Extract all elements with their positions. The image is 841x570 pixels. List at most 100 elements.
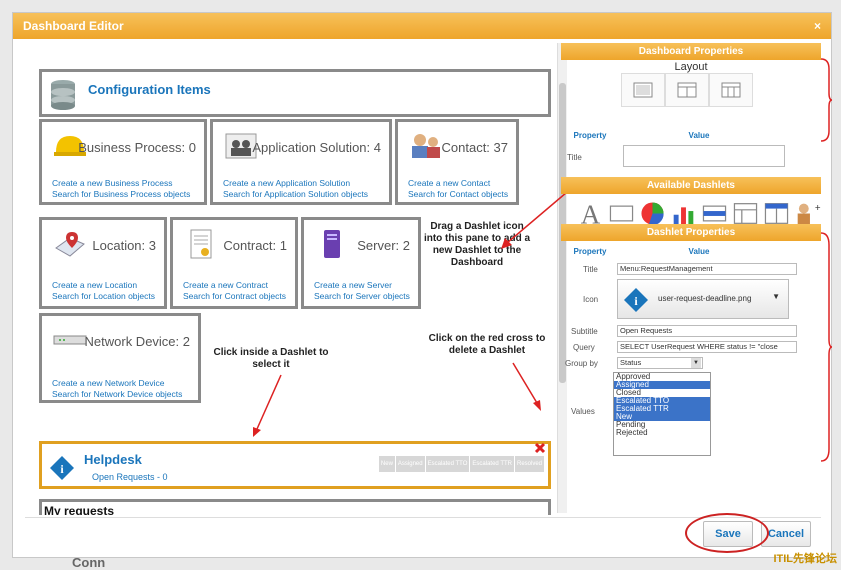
search-link[interactable]: Search for Contract objects [183, 291, 286, 301]
field-title-input[interactable]: Menu:RequestManagement [617, 263, 797, 275]
group-by-value: Status [620, 358, 642, 367]
create-link[interactable]: Create a new Application Solution [223, 178, 350, 188]
helpdesk-title: Helpdesk [84, 452, 142, 467]
card-name: Server: 2 [357, 238, 410, 253]
pie-chart-dashlet-icon[interactable] [639, 200, 666, 227]
search-link[interactable]: Search for Server objects [314, 291, 410, 301]
contact-icon [412, 134, 440, 158]
card-contract[interactable]: Contract: 1 Create a new Contract Search… [170, 217, 298, 309]
dashboard-properties-header: Dashboard Properties [561, 43, 821, 60]
values-option[interactable]: Rejected [614, 429, 710, 437]
dashlet-props-header-row: Property Value [561, 247, 821, 256]
card-name: Business Process: 0 [78, 140, 196, 155]
badge-dashlet-icon[interactable]: + [794, 200, 821, 227]
card-name: Contract: 1 [223, 238, 287, 253]
card-name: Network Device: 2 [84, 334, 190, 349]
group-table-dashlet-icon[interactable] [763, 200, 790, 227]
icon-filename: user-request-deadline.png [658, 294, 752, 303]
create-link[interactable]: Create a new Server [314, 280, 392, 290]
create-link[interactable]: Create a new Contact [408, 178, 490, 188]
dashboard-title-input[interactable] [623, 145, 785, 167]
card-server[interactable]: Server: 2 Create a new Server Search for… [301, 217, 421, 309]
field-subtitle-label: Subtitle [571, 327, 598, 336]
values-multiselect[interactable]: Approved Assigned Closed Escalated TTO Escal… [613, 372, 711, 456]
dialog-title: Dashboard Editor [23, 19, 124, 33]
search-link[interactable]: Search for Location objects [52, 291, 155, 301]
plain-text-dashlet-icon[interactable]: A [577, 200, 604, 227]
layout-label: Layout [674, 61, 708, 73]
create-link[interactable]: Create a new Network Device [52, 378, 164, 388]
status-columns: New Assigned Escalated TTO Escalated TTR… [378, 456, 544, 472]
search-link[interactable]: Search for Contact objects [408, 189, 508, 199]
note-drag-dashlet: Drag a Dashlet icon into this pane to ad… [423, 221, 531, 268]
field-query-label: Query [573, 343, 595, 352]
card-name: Contact: 37 [441, 140, 509, 155]
create-link[interactable]: Create a new Business Process [52, 178, 172, 188]
dashboard-props-header-row: Property Value [561, 131, 821, 140]
empty-cell-dashlet-icon[interactable] [608, 200, 635, 227]
svg-text:A: A [581, 200, 601, 227]
column-assigned: Assigned [395, 456, 425, 472]
layout-two-column-button[interactable] [665, 73, 709, 107]
property-column-header: Property [573, 247, 607, 256]
dialog-titlebar: Dashboard Editor × [13, 13, 831, 39]
column-resolved: Resolved [514, 456, 544, 472]
dashlet-properties-header: Dashlet Properties [561, 224, 821, 241]
field-group-by-select[interactable]: Status ▼ [617, 357, 703, 369]
card-location[interactable]: Location: 3 Create a new Location Search… [39, 217, 167, 309]
save-highlight-ring [685, 513, 769, 553]
field-subtitle-input[interactable]: Open Requests [617, 325, 797, 337]
bar-chart-dashlet-icon[interactable] [670, 200, 697, 227]
configuration-items-header[interactable]: Configuration Items [39, 69, 551, 117]
info-icon: i [50, 456, 74, 480]
dashboard-preview-pane[interactable]: Configuration Items Business Process: 0 … [25, 53, 555, 515]
card-application-solution[interactable]: Application Solution: 4 Create a new App… [210, 119, 392, 205]
my-requests-dashlet[interactable]: My requests [39, 499, 551, 515]
layout-three-column-button[interactable] [709, 73, 753, 107]
layout-buttons [621, 73, 753, 107]
open-requests-link[interactable]: Open Requests - 0 [92, 472, 168, 482]
contract-icon [190, 229, 212, 259]
create-link[interactable]: Create a new Location [52, 280, 137, 290]
card-name: Location: 3 [92, 238, 156, 253]
available-dashlets-header: Available Dashlets [561, 177, 821, 194]
delete-cross-icon[interactable] [534, 442, 546, 454]
card-contact[interactable]: Contact: 37 Create a new Contact Search … [395, 119, 519, 205]
network-device-icon [53, 335, 87, 345]
icon-picker[interactable]: i user-request-deadline.png ▼ [617, 279, 789, 319]
close-icon[interactable]: × [814, 13, 821, 39]
title-label: Title [567, 153, 582, 162]
field-values-label: Values [571, 407, 595, 416]
helpdesk-dashlet[interactable]: i Helpdesk Open Requests - 0 New Assigne… [39, 441, 551, 489]
search-link[interactable]: Search for Business Process objects [52, 189, 190, 199]
available-dashlets-bar: A + [561, 200, 821, 227]
note-click-inside: Click inside a Dashlet to select it [213, 347, 329, 370]
header-dashlet-icon[interactable] [701, 200, 728, 227]
column-escalated-tto: Escalated TTO [425, 456, 470, 472]
configuration-items-title: Configuration Items [88, 82, 211, 97]
watermark: ITIL先锋论坛 [773, 553, 837, 565]
dashboard-editor-dialog: Dashboard Editor × Configuration Items B… [12, 12, 833, 558]
note-click-red-cross: Click on the red cross to delete a Dashl… [428, 333, 546, 356]
card-business-process[interactable]: Business Process: 0 Create a new Busines… [39, 119, 207, 205]
chevron-down-icon: ▼ [691, 358, 701, 368]
create-link[interactable]: Create a new Contract [183, 280, 268, 290]
my-requests-title: My requests [44, 504, 115, 515]
brace-annotation [820, 58, 833, 142]
layout-three-column-icon [721, 82, 741, 98]
server-icon [324, 230, 340, 258]
layout-one-column-button[interactable] [621, 73, 665, 107]
search-link[interactable]: Search for Application Solution objects [223, 189, 368, 199]
layout-two-column-icon [677, 82, 697, 98]
card-network-device[interactable]: Network Device: 2 Create a new Network D… [39, 313, 201, 403]
svg-text:+: + [815, 203, 821, 214]
table-dashlet-icon[interactable] [732, 200, 759, 227]
property-column-header: Property [573, 131, 607, 140]
field-group-by-label: Group by [565, 359, 598, 368]
chevron-down-icon: ▼ [772, 292, 780, 301]
field-query-input[interactable]: SELECT UserRequest WHERE status != "clos… [617, 341, 797, 353]
brace-annotation [820, 232, 833, 462]
search-link[interactable]: Search for Network Device objects [52, 389, 182, 399]
card-name: Application Solution: 4 [252, 140, 381, 155]
column-new: New [378, 456, 395, 472]
